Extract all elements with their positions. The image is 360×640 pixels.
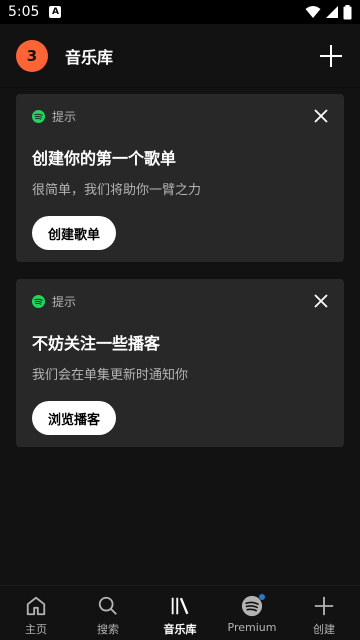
home-icon	[24, 594, 48, 618]
page-title: 音乐库	[65, 47, 114, 67]
spotify-icon	[32, 110, 45, 123]
wifi-icon	[305, 6, 321, 18]
card-subtitle: 很简单，我们将助你一臂之力	[32, 183, 202, 198]
spotify-icon	[240, 594, 265, 618]
nav-item-search[interactable]: 搜索	[72, 586, 144, 640]
nav-label: Premium	[227, 621, 277, 634]
nav-item-create[interactable]: 创建	[288, 586, 360, 640]
status-time: 5:05	[8, 4, 40, 20]
plus-icon	[312, 594, 336, 618]
battery-icon	[343, 4, 352, 19]
add-button[interactable]	[319, 44, 343, 68]
spotify-icon	[32, 295, 45, 308]
close-icon[interactable]	[314, 294, 328, 308]
card-subtitle: 我们会在单集更新时通知你	[32, 368, 189, 383]
status-bar: 5:05 A	[0, 0, 360, 24]
card-title: 不妨关注一些播客	[32, 334, 161, 353]
nav-item-premium[interactable]: Premium	[216, 586, 288, 640]
library-header: 3 音乐库	[0, 24, 360, 88]
bottom-nav: 主页 搜索 音乐库 Premium 创建	[0, 585, 360, 640]
notification-icon: A	[49, 6, 62, 18]
notification-dot	[259, 594, 265, 600]
browse-podcasts-button[interactable]: 浏览播客	[32, 401, 117, 435]
follow-podcasts-card: 提示 不妨关注一些播客 我们会在单集更新时通知你 浏览播客	[16, 279, 344, 447]
nav-label: 创建	[313, 623, 335, 636]
card-tip-label: 提示	[52, 295, 77, 309]
create-playlist-button[interactable]: 创建歌单	[32, 216, 117, 250]
library-icon	[168, 594, 192, 618]
card-tip-label: 提示	[52, 110, 77, 124]
close-icon[interactable]	[314, 109, 328, 123]
nav-label: 主页	[25, 623, 47, 636]
card-title: 创建你的第一个歌单	[32, 149, 177, 168]
nav-label: 搜索	[97, 623, 119, 636]
avatar[interactable]: 3	[16, 39, 48, 72]
search-icon	[96, 594, 120, 618]
nav-item-home[interactable]: 主页	[0, 586, 72, 640]
create-playlist-card: 提示 创建你的第一个歌单 很简单，我们将助你一臂之力 创建歌单	[16, 94, 344, 262]
nav-item-library[interactable]: 音乐库	[144, 586, 216, 640]
signal-icon	[326, 6, 338, 18]
nav-label: 音乐库	[163, 623, 197, 636]
